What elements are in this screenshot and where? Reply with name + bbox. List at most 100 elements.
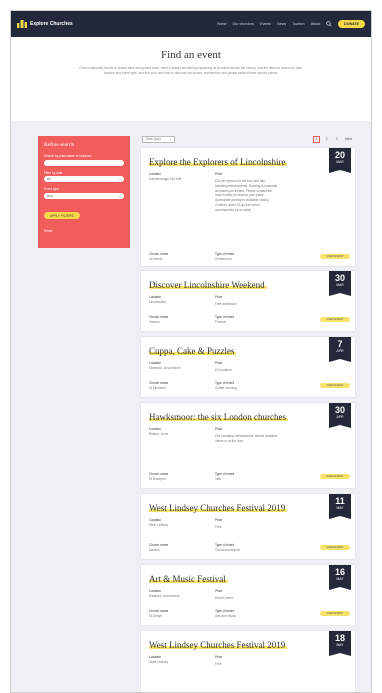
page-frame: Explore Churches Home Our churches Event…: [10, 10, 372, 693]
church-field: Church name Various: [149, 315, 168, 324]
event-card[interactable]: Art & Music Festival 16 MAY Location Sleafor…: [141, 565, 355, 625]
location-value: Stamford, Lincolnshire: [149, 366, 181, 370]
type-label: Type of event: [215, 472, 235, 476]
event-card[interactable]: West Lindsey Churches Festival 2019 11 MAY…: [141, 494, 355, 559]
date-month: MAY: [336, 577, 344, 581]
page-3[interactable]: 3: [333, 136, 340, 143]
donate-button[interactable]: DONATE: [338, 20, 365, 28]
event-card[interactable]: West Lindsey Churches Festival 2019 18 MAY…: [141, 631, 355, 692]
page-2[interactable]: 2: [323, 136, 330, 143]
church-field: Church name Various: [149, 543, 168, 552]
brand-logo[interactable]: Explore Churches: [17, 20, 73, 28]
location-label: Location: [149, 655, 162, 659]
type-field: Type of event Talk: [215, 472, 234, 481]
church-label: Church name: [149, 315, 169, 319]
filter-panel: Refine search Search by placename or key…: [38, 136, 130, 248]
type-filter-label: Event type: [44, 187, 60, 191]
reset-link[interactable]: Reset: [44, 229, 124, 233]
keyword-input[interactable]: [44, 159, 124, 166]
type-select[interactable]: Any ⌄: [44, 192, 124, 199]
nav-link-churches[interactable]: Our churches: [233, 22, 255, 26]
price-value: £3 donation: [215, 368, 232, 372]
sort-select[interactable]: Date (asc) ⌄: [142, 136, 175, 143]
date-badge: 16 MAY: [329, 565, 351, 590]
brand-name: Explore Churches: [30, 21, 73, 27]
price-label: Price: [215, 589, 223, 593]
price-value: Free: [215, 662, 222, 666]
next-page-link[interactable]: Next: [343, 136, 354, 143]
view-event-button[interactable]: VIEW EVENT: [320, 474, 350, 479]
event-title[interactable]: Art & Music Festival: [149, 574, 228, 584]
price-label: Price: [215, 655, 223, 659]
church-value: St Botolph's: [149, 477, 166, 481]
price-value: Free admission: [215, 302, 237, 306]
event-title[interactable]: Hawksmoor: the six London churches: [149, 412, 288, 422]
church-label: Church name: [149, 252, 169, 256]
price-field: Price: [215, 361, 222, 365]
location-value: Sleaford, Lincolnshire: [149, 594, 180, 598]
location-label: Location: [149, 295, 162, 299]
location-field: Location West Lindsey: [149, 655, 168, 664]
date-select-value: All: [47, 177, 51, 181]
type-value: Coffee morning: [215, 386, 237, 390]
nav-link-tourism[interactable]: Tourism: [292, 22, 305, 26]
apply-filters-button[interactable]: APPLY FILTERS: [44, 212, 80, 219]
view-event-button[interactable]: VIEW EVENT: [320, 254, 350, 259]
date-month: MAY: [336, 506, 344, 510]
location-value: Lincolnshire: [149, 300, 167, 304]
nav-link-news[interactable]: News: [277, 22, 286, 26]
event-card[interactable]: Hawksmoor: the six London churches 30 APR L…: [141, 403, 355, 488]
price-label: Price: [215, 427, 223, 431]
type-value: Churches festival: [215, 548, 240, 552]
type-label: Type of event: [215, 252, 235, 256]
event-card[interactable]: Explore the Explorers of Lincolnshire 20 M…: [141, 148, 355, 266]
type-value: Festival: [215, 320, 226, 324]
search-icon[interactable]: [326, 21, 332, 27]
date-day: 30: [334, 405, 345, 415]
view-event-button[interactable]: VIEW EVENT: [320, 317, 350, 322]
church-value: All Saints: [149, 257, 163, 261]
pagination: 1 2 3 Next: [313, 136, 354, 143]
nav-link-about[interactable]: About: [311, 22, 320, 26]
church-value: Various: [149, 320, 160, 324]
event-card[interactable]: Discover Lincolnshire Weekend 30 MAR Locati…: [141, 271, 355, 331]
view-event-button[interactable]: VIEW EVENT: [320, 611, 350, 616]
date-month: APR: [336, 415, 344, 419]
date-day: 7: [337, 339, 343, 349]
price-value: £15 including refreshments, tickets avai…: [215, 434, 278, 443]
type-label: Type of event: [215, 543, 235, 547]
location-label: Location: [149, 172, 162, 176]
type-value: Talk: [215, 477, 221, 481]
event-title[interactable]: West Lindsey Churches Festival 2019: [149, 640, 288, 650]
event-title[interactable]: Explore the Explorers of Lincolnshire: [149, 157, 288, 167]
top-nav: Explore Churches Home Our churches Event…: [11, 11, 371, 37]
event-title[interactable]: Cuppa, Cake & Puzzles: [149, 346, 237, 356]
price-field: Price: [215, 655, 222, 659]
nav-link-home[interactable]: Home: [217, 22, 227, 26]
keyword-label: Search by placename or keyword: [44, 154, 92, 158]
chevron-down-icon: ⌄: [118, 193, 121, 198]
location-field: Location Gainsborough Old Hall: [149, 172, 181, 181]
nav-link-events[interactable]: Events: [260, 22, 271, 26]
page-1[interactable]: 1: [313, 136, 321, 143]
filter-title: Refine search: [44, 142, 75, 148]
hero: Find an event From community events to h…: [11, 37, 371, 121]
event-title[interactable]: Discover Lincolnshire Weekend: [149, 280, 267, 290]
location-value: Gainsborough Old Hall: [149, 177, 182, 181]
page-title: Find an event: [161, 49, 221, 61]
event-title[interactable]: West Lindsey Churches Festival 2019: [149, 503, 288, 513]
date-select[interactable]: All ⌄: [44, 176, 124, 182]
price-value: Free: [215, 525, 222, 529]
view-event-button[interactable]: VIEW EVENT: [320, 383, 350, 388]
event-card[interactable]: Cuppa, Cake & Puzzles 7 APR Location Stamfor…: [141, 337, 355, 397]
view-event-button[interactable]: VIEW EVENT: [320, 545, 350, 550]
price-value: £10 per person for the tour and talk, in…: [215, 179, 278, 212]
church-logo-icon: [17, 20, 27, 28]
church-label: Church name: [149, 472, 169, 476]
church-field: Church name St Botolph's: [149, 472, 168, 481]
location-value: West Lindsey: [149, 523, 169, 527]
results-toolbar: Date (asc) ⌄ 1 2 3 Next: [142, 136, 354, 146]
price-field: Price: [215, 589, 222, 593]
type-field: Type of event Festival: [215, 315, 234, 324]
location-label: Location: [149, 518, 162, 522]
